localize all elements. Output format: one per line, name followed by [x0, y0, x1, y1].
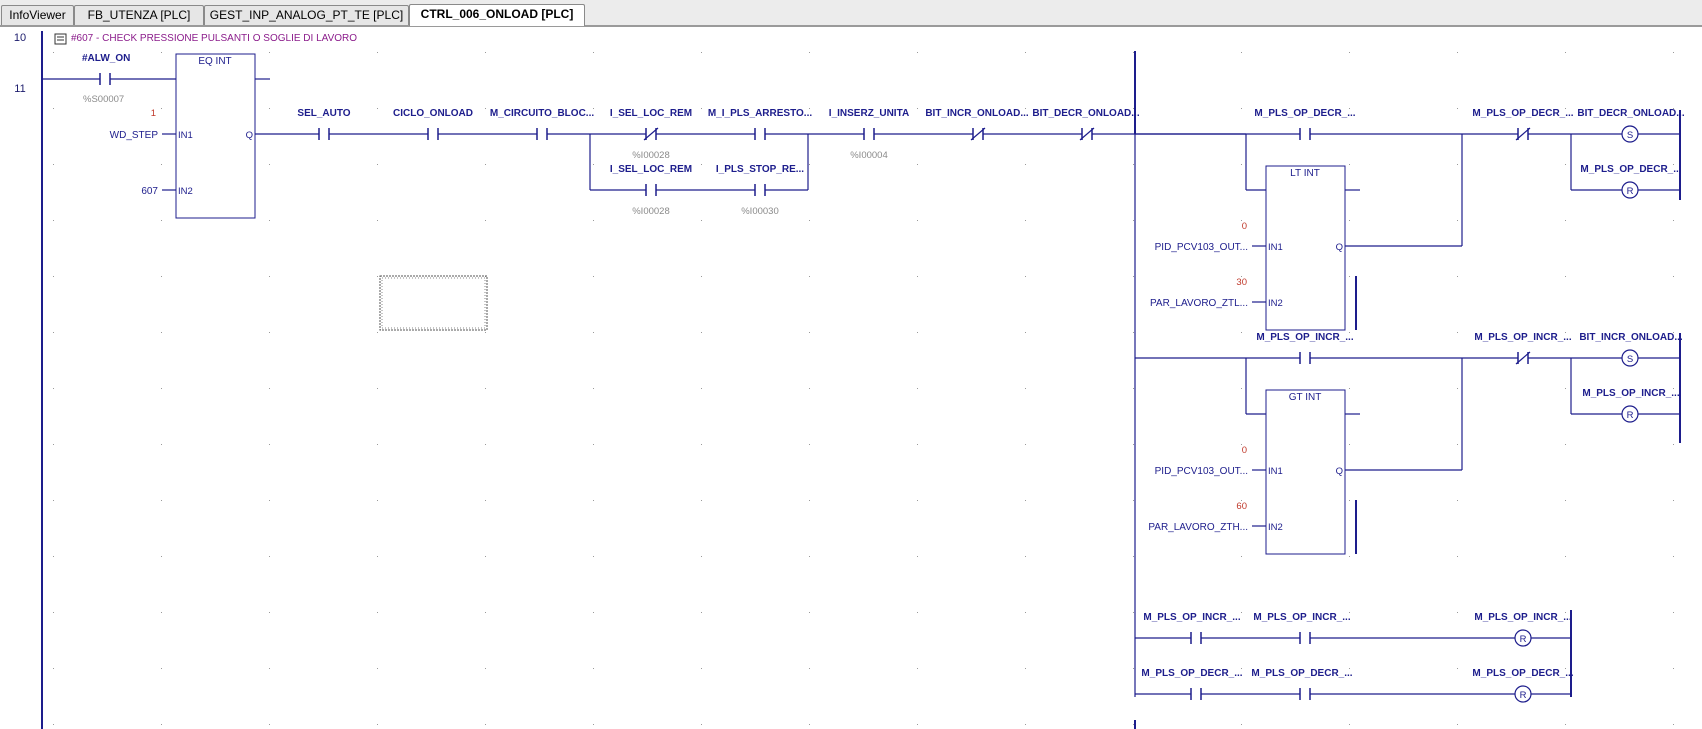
bit-decr-label: BIT_DECR_ONLOAD...: [1032, 108, 1139, 119]
comment-text: #607 - CHECK PRESSIONE PULSANTI O SOGLIE…: [71, 33, 357, 44]
m-pls-op-decr-a-label: M_PLS_OP_DECR_...: [1254, 108, 1355, 119]
lt-int-title: LT INT: [1290, 168, 1320, 179]
gt-in1-pin: IN1: [1268, 466, 1283, 477]
set-decr-label: BIT_DECR_ONLOAD...: [1577, 108, 1684, 119]
gt-in2-pin: IN2: [1268, 522, 1283, 533]
eq-in1-pin: IN1: [178, 130, 193, 141]
ciclo-onload-label: CICLO_ONLOAD: [393, 108, 473, 119]
sel-auto-label: SEL_AUTO: [297, 108, 350, 119]
gt-in1-variable: PID_PCV103_OUT...: [1155, 466, 1248, 477]
m-i-pls-arresto-label: M_I_PLS_ARRESTO...: [708, 108, 813, 119]
eq-in1-constant: 1: [151, 108, 156, 119]
m-pls-op-incr-a-label: M_PLS_OP_INCR_...: [1256, 332, 1353, 343]
lt-in2-constant: 30: [1236, 277, 1247, 288]
sel-loc-rem-1-address: %I00028: [632, 150, 670, 161]
reset-bottom-incr-label: M_PLS_OP_INCR_...: [1474, 612, 1571, 623]
gt-in2-variable: PAR_LAVORO_ZTH...: [1148, 522, 1248, 533]
reset-decr-symbol: R: [1627, 186, 1634, 197]
set-decr-symbol: S: [1627, 130, 1633, 141]
bit-incr-label: BIT_INCR_ONLOAD...: [925, 108, 1029, 119]
reset-decr-label: M_PLS_OP_DECR_...: [1580, 164, 1681, 175]
reset-incr-label: M_PLS_OP_INCR_...: [1582, 388, 1679, 399]
eq-in2-constant: 607: [141, 186, 158, 197]
gt-q-pin: Q: [1336, 466, 1343, 477]
eq-q-pin: Q: [246, 130, 253, 141]
alw-on-label: #ALW_ON: [82, 53, 130, 64]
reset-bottom-decr-label: M_PLS_OP_DECR_...: [1472, 668, 1573, 679]
set-incr-label: BIT_INCR_ONLOAD...: [1579, 332, 1683, 343]
lt-in1-pin: IN1: [1268, 242, 1283, 253]
bottom-decr-1-label: M_PLS_OP_DECR_...: [1141, 668, 1242, 679]
i-pls-stop-label: I_PLS_STOP_RE...: [716, 164, 804, 175]
lt-in2-variable: PAR_LAVORO_ZTL...: [1150, 298, 1248, 309]
bottom-incr-2-label: M_PLS_OP_INCR_...: [1253, 612, 1350, 623]
reset-incr-symbol: R: [1627, 410, 1634, 421]
eq-in2-pin: IN2: [178, 186, 193, 197]
lt-in1-constant: 0: [1242, 221, 1247, 232]
i-inserz-unita-label: I_INSERZ_UNITA: [829, 108, 909, 119]
ladder-diagram[interactable]: #607 - CHECK PRESSIONE PULSANTI O SOGLIE…: [0, 0, 1702, 729]
m-circuito-label: M_CIRCUITO_BLOC...: [490, 108, 594, 119]
alw-on-address: %S00007: [83, 94, 124, 105]
reset-bottom-incr-symbol: R: [1520, 634, 1527, 645]
lt-in1-variable: PID_PCV103_OUT...: [1155, 242, 1248, 253]
sel-loc-rem-2-label: I_SEL_LOC_REM: [610, 164, 692, 175]
set-incr-symbol: S: [1627, 354, 1633, 365]
reset-bottom-decr-symbol: R: [1520, 690, 1527, 701]
gt-in1-constant: 0: [1242, 445, 1247, 456]
sel-loc-rem-2-address: %I00028: [632, 206, 670, 217]
m-pls-op-decr-b-label: M_PLS_OP_DECR_...: [1472, 108, 1573, 119]
gt-int-title: GT INT: [1289, 392, 1322, 403]
i-pls-stop-address: %I00030: [741, 206, 779, 217]
lt-q-pin: Q: [1336, 242, 1343, 253]
rung-comment[interactable]: #607 - CHECK PRESSIONE PULSANTI O SOGLIE…: [54, 33, 357, 45]
eq-int-title: EQ INT: [198, 56, 231, 67]
i-inserz-unita-address: %I00004: [850, 150, 888, 161]
lt-in2-pin: IN2: [1268, 298, 1283, 309]
eq-in1-variable: WD_STEP: [110, 130, 159, 141]
bottom-incr-1-label: M_PLS_OP_INCR_...: [1143, 612, 1240, 623]
sel-loc-rem-1-label: I_SEL_LOC_REM: [610, 108, 692, 119]
m-pls-op-incr-b-label: M_PLS_OP_INCR_...: [1474, 332, 1571, 343]
gt-in2-constant: 60: [1236, 501, 1247, 512]
bottom-decr-2-label: M_PLS_OP_DECR_...: [1251, 668, 1352, 679]
